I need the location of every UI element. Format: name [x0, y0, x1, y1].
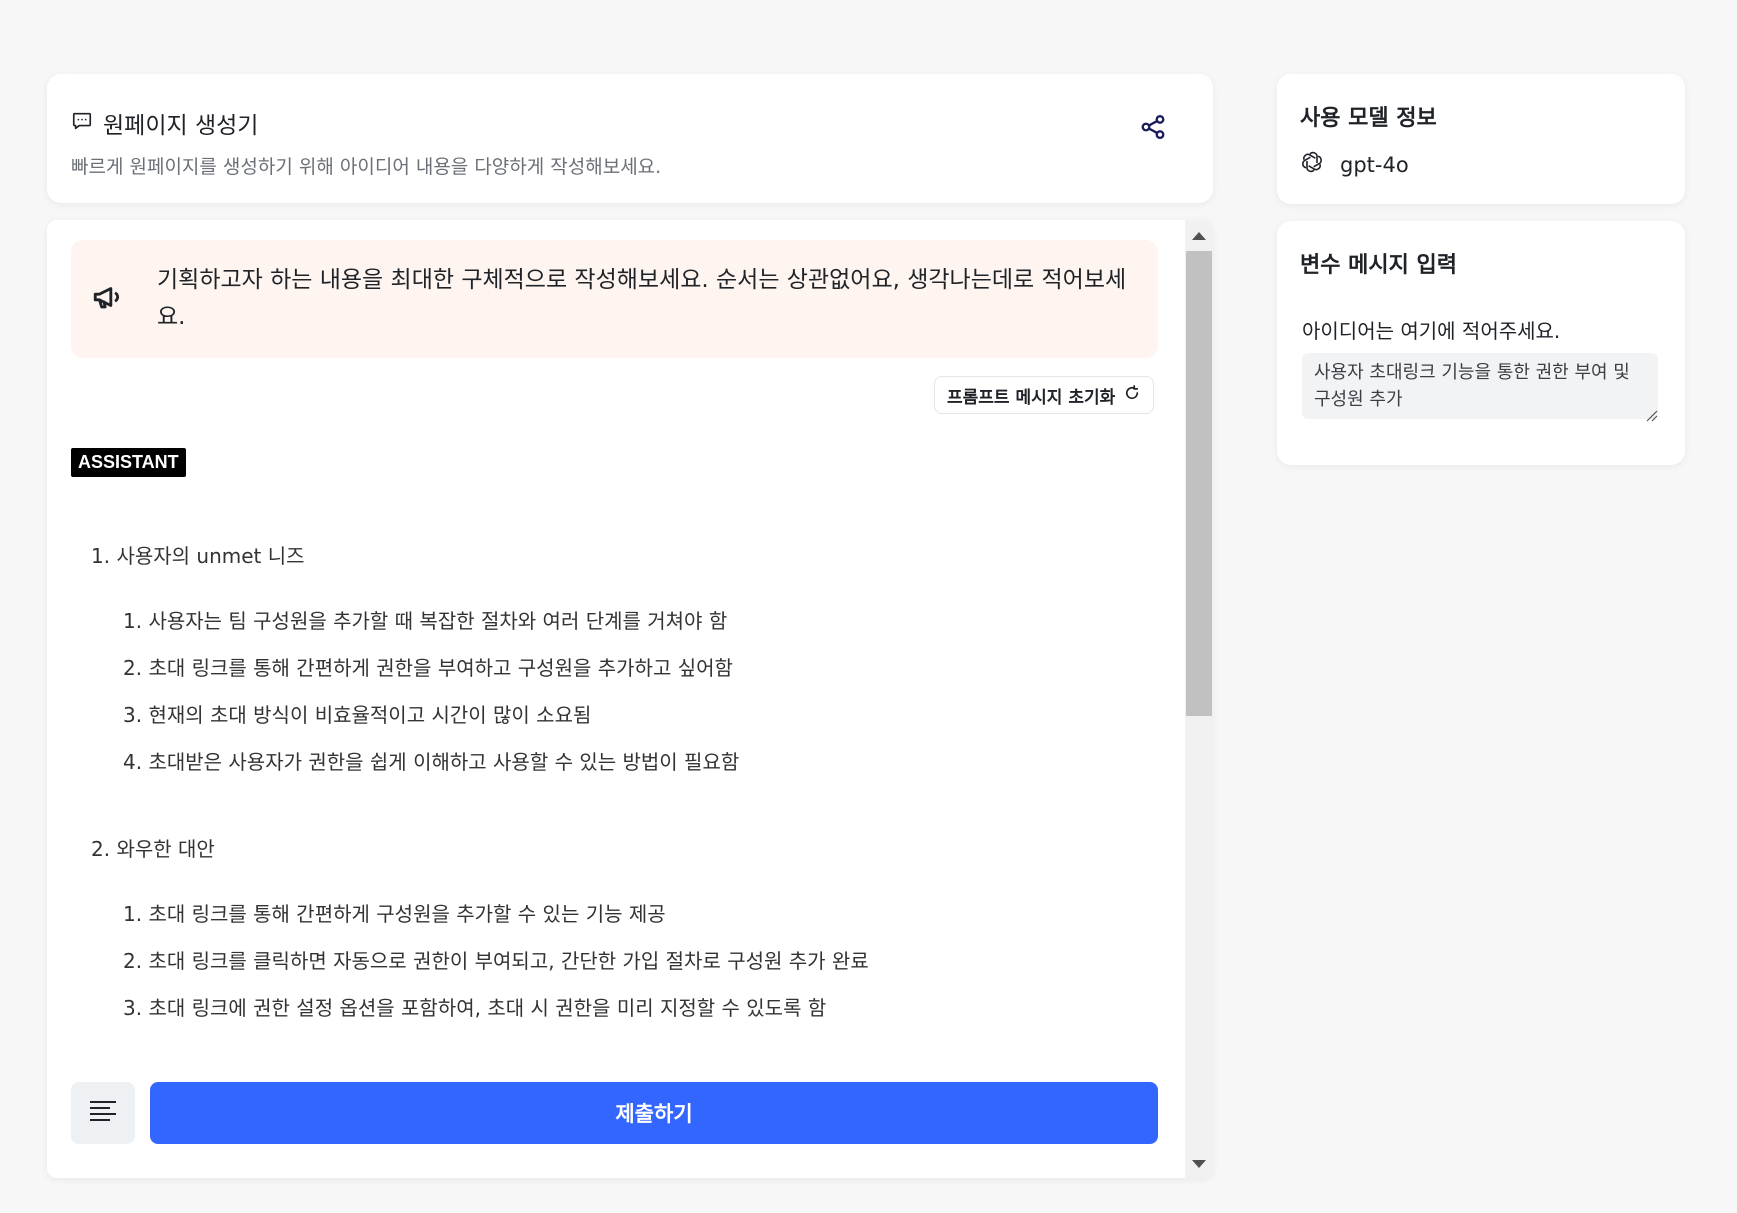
model-row: gpt-4o	[1300, 150, 1409, 179]
variable-heading: 변수 메시지 입력	[1300, 253, 1457, 278]
role-badge: ASSISTANT	[71, 448, 186, 477]
text-align-left-icon	[88, 1099, 118, 1127]
scroll-up-arrow[interactable]	[1192, 232, 1206, 240]
idea-field-label: 아이디어는 여기에 적어주세요.	[1302, 319, 1561, 343]
share-button[interactable]	[1132, 108, 1174, 150]
page-title: 원페이지 생성기	[103, 113, 259, 139]
section-title: 2. 와우한 대안	[91, 837, 215, 861]
variable-input-card: 변수 메시지 입력 아이디어는 여기에 적어주세요. 사용자 초대링크 기능을 …	[1277, 221, 1685, 465]
model-info-heading: 사용 모델 정보	[1300, 106, 1437, 131]
scrollbar-thumb[interactable]	[1186, 251, 1212, 716]
prompt-panel: 기획하고자 하는 내용을 최대한 구체적으로 작성해보세요. 순서는 상관없어요…	[47, 220, 1213, 1178]
notice-text: 기획하고자 하는 내용을 최대한 구체적으로 작성해보세요. 순서는 상관없어요…	[157, 267, 1127, 330]
format-toggle-button[interactable]	[71, 1082, 135, 1144]
notice-banner: 기획하고자 하는 내용을 최대한 구체적으로 작성해보세요. 순서는 상관없어요…	[71, 240, 1158, 358]
list-item: 2. 초대 링크를 통해 간편하게 권한을 부여하고 구성원을 추가하고 싶어함	[123, 656, 733, 680]
submit-button[interactable]: 제출하기	[150, 1082, 1158, 1144]
model-info-card: 사용 모델 정보 gpt-4o	[1277, 74, 1685, 204]
scroll-down-arrow[interactable]	[1192, 1160, 1206, 1168]
openai-logo-icon	[1300, 150, 1324, 179]
share-icon	[1139, 113, 1167, 145]
idea-textarea[interactable]: 사용자 초대링크 기능을 통한 권한 부여 및 구성원 추가	[1302, 353, 1658, 419]
list-item: 3. 현재의 초대 방식이 비효율적이고 시간이 많이 소요됨	[123, 703, 592, 727]
list-item: 1. 초대 링크를 통해 간편하게 구성원을 추가할 수 있는 기능 제공	[123, 902, 666, 926]
header-card: 원페이지 생성기 빠르게 원페이지를 생성하기 위해 아이디어 내용을 다양하게…	[47, 74, 1213, 203]
reset-prompt-button[interactable]: 프롬프트 메시지 초기화	[934, 376, 1155, 414]
megaphone-icon	[91, 280, 125, 318]
resize-grip-icon[interactable]	[1646, 407, 1658, 422]
reset-button-label: 프롬프트 메시지 초기화	[947, 387, 1116, 408]
list-item: 1. 사용자는 팀 구성원을 추가할 때 복잡한 절차와 여러 단계를 거쳐야 …	[123, 609, 728, 633]
section-title: 1. 사용자의 unmet 니즈	[91, 544, 305, 568]
list-item: 4. 초대받은 사용자가 권한을 쉽게 이해하고 사용할 수 있는 방법이 필요…	[123, 750, 740, 774]
refresh-icon	[1123, 384, 1141, 407]
list-item: 3. 초대 링크에 권한 설정 옵션을 포함하여, 초대 시 권한을 미리 지정…	[123, 996, 827, 1020]
chat-bubble-icon	[71, 110, 93, 136]
model-name: gpt-4o	[1340, 152, 1409, 177]
list-item: 2. 초대 링크를 클릭하면 자동으로 권한이 부여되고, 간단한 가입 절차로…	[123, 949, 869, 973]
page-subtitle: 빠르게 원페이지를 생성하기 위해 아이디어 내용을 다양하게 작성해보세요.	[71, 156, 662, 178]
title-row: 원페이지 생성기	[71, 106, 258, 140]
